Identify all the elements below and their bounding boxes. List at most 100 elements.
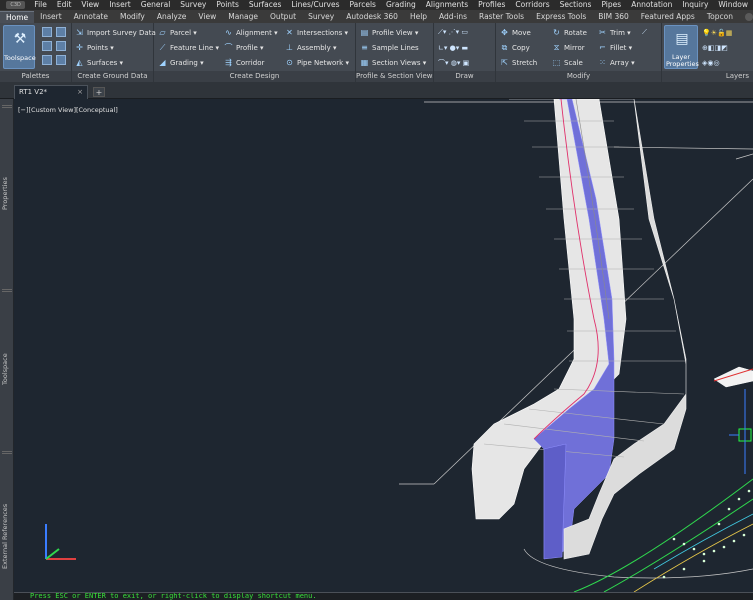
mirror-button[interactable]: ⧖ Mirror bbox=[552, 41, 585, 54]
assembly-button[interactable]: ⊥ Assembly ▾ bbox=[285, 41, 336, 54]
tab-bim-360[interactable]: BIM 360 bbox=[592, 11, 635, 23]
section-views-icon: ▦ bbox=[360, 58, 369, 67]
menu-general[interactable]: General bbox=[136, 0, 176, 10]
panel-title[interactable]: Draw bbox=[434, 71, 495, 82]
menu-alignments[interactable]: Alignments bbox=[421, 0, 473, 10]
points-button[interactable]: ✛ Points ▾ bbox=[75, 41, 114, 54]
sample-lines-button[interactable]: ≡ Sample Lines bbox=[360, 41, 419, 54]
line-tool[interactable]: ⟋▾ ⋰▾ ▭ bbox=[438, 26, 468, 39]
menu-grading[interactable]: Grading bbox=[381, 0, 421, 10]
intersections-button[interactable]: ✕ Intersections ▾ bbox=[285, 26, 348, 39]
panel-title[interactable]: Modify bbox=[496, 71, 661, 82]
survey-icon[interactable] bbox=[42, 41, 52, 51]
settings-icon[interactable] bbox=[56, 27, 66, 37]
tab-home[interactable]: Home bbox=[0, 11, 35, 23]
menu-annotation[interactable]: Annotation bbox=[626, 0, 677, 10]
circle-tool[interactable]: ∟▾ ●▾ ▬ bbox=[438, 41, 468, 54]
app-logo[interactable]: C3D bbox=[6, 1, 26, 9]
palette-grip[interactable] bbox=[2, 451, 12, 454]
tab-topcon[interactable]: Topcon bbox=[701, 11, 739, 23]
tab-manage[interactable]: Manage bbox=[222, 11, 264, 23]
arc-tool[interactable]: ⌒▾ ◍▾ ▣ bbox=[438, 56, 469, 69]
menu-window[interactable]: Window bbox=[713, 0, 753, 10]
array-button[interactable]: ⁙ Array ▾ bbox=[598, 56, 634, 69]
tab-add-ins[interactable]: Add-ins bbox=[433, 11, 473, 23]
menu-edit[interactable]: Edit bbox=[52, 0, 77, 10]
menu-inquiry[interactable]: Inquiry bbox=[677, 0, 713, 10]
menu-file[interactable]: File bbox=[29, 0, 52, 10]
move-button[interactable]: ✥ Move bbox=[500, 26, 531, 39]
menu-survey[interactable]: Survey bbox=[175, 0, 211, 10]
toolbox-icon[interactable] bbox=[56, 41, 66, 51]
intersections-icon: ✕ bbox=[286, 28, 293, 37]
palette-tab-external-references[interactable]: External References bbox=[1, 474, 13, 599]
tab-annotate[interactable]: Annotate bbox=[68, 11, 114, 23]
palette-tab-toolspace[interactable]: Toolspace bbox=[1, 314, 13, 424]
rotate-button[interactable]: ↻ Rotate bbox=[552, 26, 587, 39]
layer-properties-button[interactable]: ▤ Layer Properties bbox=[664, 25, 699, 69]
tab-insert[interactable]: Insert bbox=[34, 11, 68, 23]
toolspace-button[interactable]: ⚒ Toolspace bbox=[3, 25, 36, 69]
trim-button[interactable]: ✂ Trim ▾ bbox=[598, 26, 631, 39]
panel-title[interactable]: Profile & Section Views bbox=[356, 71, 433, 82]
layer-tools-row-2[interactable]: ⊕◧◨◩ bbox=[702, 41, 728, 54]
ribbon-toggle-button[interactable] bbox=[744, 13, 753, 21]
profile-view-button[interactable]: ▤ Profile View ▾ bbox=[360, 26, 419, 39]
drawing-viewport[interactable]: [−][Custom View][Conceptual] bbox=[14, 99, 753, 592]
menu-sections[interactable]: Sections bbox=[555, 0, 597, 10]
copy-button[interactable]: ⧉ Copy bbox=[500, 41, 530, 54]
import-survey-data-button[interactable]: ⇲ Import Survey Data bbox=[75, 26, 156, 39]
menu-pipes[interactable]: Pipes bbox=[596, 0, 626, 10]
pipe-network-button[interactable]: ⊙ Pipe Network ▾ bbox=[285, 56, 349, 69]
menu-surfaces[interactable]: Surfaces bbox=[244, 0, 286, 10]
tab-express-tools[interactable]: Express Tools bbox=[530, 11, 592, 23]
surfaces-button[interactable]: ◭ Surfaces ▾ bbox=[75, 56, 123, 69]
feature-line-button[interactable]: ⟋ Feature Line ▾ bbox=[158, 41, 219, 54]
menu-insert[interactable]: Insert bbox=[104, 0, 136, 10]
scale-button[interactable]: ⬚ Scale bbox=[552, 56, 583, 69]
section-views-button[interactable]: ▦ Section Views ▾ bbox=[360, 56, 427, 69]
tab-analyze[interactable]: Analyze bbox=[151, 11, 193, 23]
prospector-icon[interactable] bbox=[42, 27, 52, 37]
feature-line-icon: ⟋ bbox=[159, 43, 166, 52]
document-tab[interactable]: RT1 V2* × bbox=[14, 85, 88, 99]
tab-output[interactable]: Output bbox=[264, 11, 302, 23]
grading-button[interactable]: ◢ Grading ▾ bbox=[158, 56, 203, 69]
menu-corridors[interactable]: Corridors bbox=[510, 0, 554, 10]
alignment-button[interactable]: ∿ Alignment ▾ bbox=[224, 26, 277, 39]
layer-tools-row-3[interactable]: ◈◉◎ bbox=[702, 56, 720, 69]
tab-featured-apps[interactable]: Featured Apps bbox=[635, 11, 701, 23]
tool-palette-icon[interactable] bbox=[56, 55, 66, 65]
tab-autodesk-360[interactable]: Autodesk 360 bbox=[340, 11, 404, 23]
menu-profiles[interactable]: Profiles bbox=[473, 0, 510, 10]
modify-extra-tools[interactable]: ⟋ bbox=[642, 26, 647, 39]
tab-raster-tools[interactable]: Raster Tools bbox=[473, 11, 530, 23]
tab-survey[interactable]: Survey bbox=[302, 11, 340, 23]
close-icon[interactable]: × bbox=[77, 86, 83, 99]
palette-tab-properties[interactable]: Properties bbox=[1, 139, 13, 249]
palette-grip[interactable] bbox=[2, 105, 12, 108]
menu-points[interactable]: Points bbox=[211, 0, 244, 10]
profile-button[interactable]: ⌒ Profile ▾ bbox=[224, 41, 264, 54]
stretch-button[interactable]: ⇱ Stretch bbox=[500, 56, 537, 69]
layer-state-icons[interactable]: 💡☀🔓▦ bbox=[702, 26, 732, 39]
menu-parcels[interactable]: Parcels bbox=[345, 0, 381, 10]
fillet-button[interactable]: ⌐ Fillet ▾ bbox=[598, 41, 632, 54]
panel-layers: ▤ Layer Properties 💡☀🔓▦ ⊕◧◨◩ ◈◉◎ Layers bbox=[662, 23, 753, 82]
panel-title[interactable]: Palettes bbox=[0, 71, 71, 82]
tab-modify[interactable]: Modify bbox=[114, 11, 151, 23]
properties-icon[interactable] bbox=[42, 55, 52, 65]
palette-grip[interactable] bbox=[2, 289, 12, 292]
panel-title[interactable]: Layers bbox=[662, 71, 753, 82]
tab-view[interactable]: View bbox=[192, 11, 222, 23]
corridor-button[interactable]: ⇶ Corridor bbox=[224, 56, 264, 69]
panel-title[interactable]: Create Design bbox=[154, 71, 355, 82]
tab-help[interactable]: Help bbox=[404, 11, 433, 23]
points-icon: ✛ bbox=[76, 43, 83, 52]
menu-lines-curves[interactable]: Lines/Curves bbox=[286, 0, 344, 10]
parcel-button[interactable]: ▱ Parcel ▾ bbox=[158, 26, 196, 39]
panel-title[interactable]: Create Ground Data bbox=[72, 71, 153, 82]
menu-view[interactable]: View bbox=[76, 0, 104, 10]
command-line[interactable]: Press ESC or ENTER to exit, or right-cli… bbox=[14, 592, 753, 600]
new-tab-button[interactable]: + bbox=[93, 87, 105, 97]
